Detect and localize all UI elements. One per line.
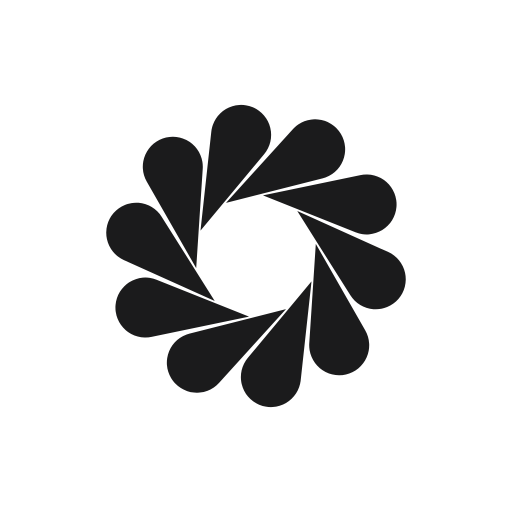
petal-group bbox=[106, 104, 406, 408]
logo-canvas bbox=[0, 0, 512, 512]
pinwheel-petals-icon bbox=[106, 104, 406, 408]
